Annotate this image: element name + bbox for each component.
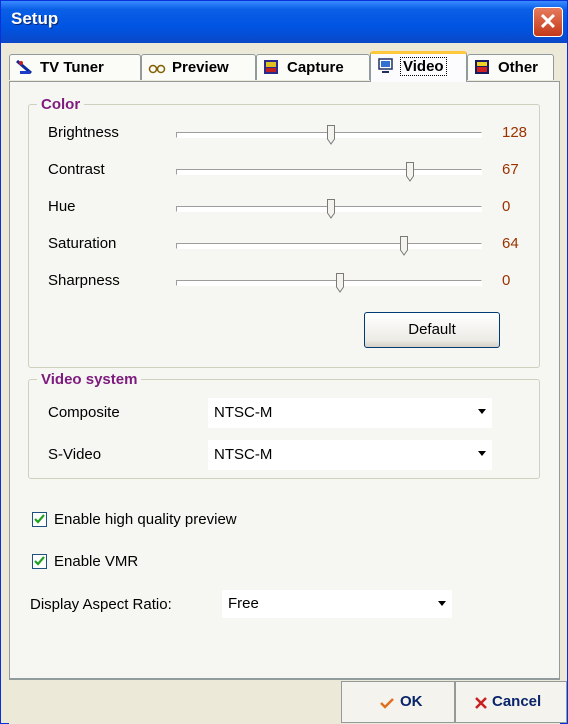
tab-other[interactable]: Other [467,54,554,80]
aspect-ratio-select[interactable]: Free [222,590,452,618]
hq-preview-checkbox[interactable] [32,512,47,527]
brightness-label: Brightness [48,124,119,141]
cancel-button[interactable]: Cancel [455,681,567,723]
video-tab-panel: Color Brightness 128 Contrast 67 Hue 0 Saturat… [9,81,560,679]
tab-tv-tuner[interactable]: TV Tuner [9,54,141,80]
tab-preview[interactable]: Preview [141,54,256,80]
ok-button[interactable]: OK [341,681,455,723]
checkmark-icon [34,556,45,566]
window-title: Setup [11,9,59,28]
vmr-checkbox[interactable] [32,554,47,569]
close-icon: ✕ [538,9,558,34]
saturation-slider-thumb[interactable] [400,236,408,256]
glasses-icon [148,64,166,74]
chevron-down-icon [478,451,486,456]
hue-value: 0 [502,198,511,215]
setup-dialog: Setup ✕ TV Tuner Preview Capture Video O… [0,0,568,724]
monitor-icon [378,58,393,73]
vmr-label[interactable]: Enable VMR [54,553,138,570]
title-bar[interactable]: Setup ✕ [1,1,567,43]
svideo-select[interactable]: NTSC-M [208,440,492,470]
tab-video[interactable]: Video [370,51,467,82]
capture-icon [264,60,278,74]
chevron-down-icon [438,601,446,606]
sharpness-slider-track[interactable] [176,280,482,286]
sharpness-label: Sharpness [48,272,120,289]
cancel-x-icon [475,697,487,709]
aspect-ratio-label: Display Aspect Ratio: [30,596,172,613]
tv-tuner-icon [16,59,32,75]
contrast-label: Contrast [48,161,105,178]
checkmark-icon [34,514,45,524]
tab-capture[interactable]: Capture [256,54,370,80]
video-system-group-title: Video system [37,371,142,388]
hue-slider-thumb[interactable] [327,199,335,219]
saturation-slider-track[interactable] [176,243,482,249]
composite-label: Composite [48,404,120,421]
saturation-label: Saturation [48,235,117,252]
svideo-label: S-Video [48,446,102,463]
hue-label: Hue [48,198,76,215]
contrast-value: 67 [502,161,519,178]
other-icon [475,60,489,74]
brightness-slider-thumb[interactable] [327,125,335,145]
color-group-title: Color [37,96,85,113]
brightness-value: 128 [502,124,528,141]
contrast-slider-thumb[interactable] [406,162,414,182]
tab-strip: TV Tuner Preview Capture Video Other [9,51,561,82]
sharpness-slider-thumb[interactable] [336,273,344,293]
sharpness-value: 0 [502,272,511,289]
hq-preview-label[interactable]: Enable high quality preview [54,511,237,528]
contrast-slider-track[interactable] [176,169,482,175]
saturation-value: 64 [502,235,519,252]
close-button[interactable]: ✕ [533,7,563,37]
checkmark-icon [380,698,394,709]
default-button[interactable]: Default [364,312,500,348]
chevron-down-icon [478,409,486,414]
composite-select[interactable]: NTSC-M [208,398,492,428]
